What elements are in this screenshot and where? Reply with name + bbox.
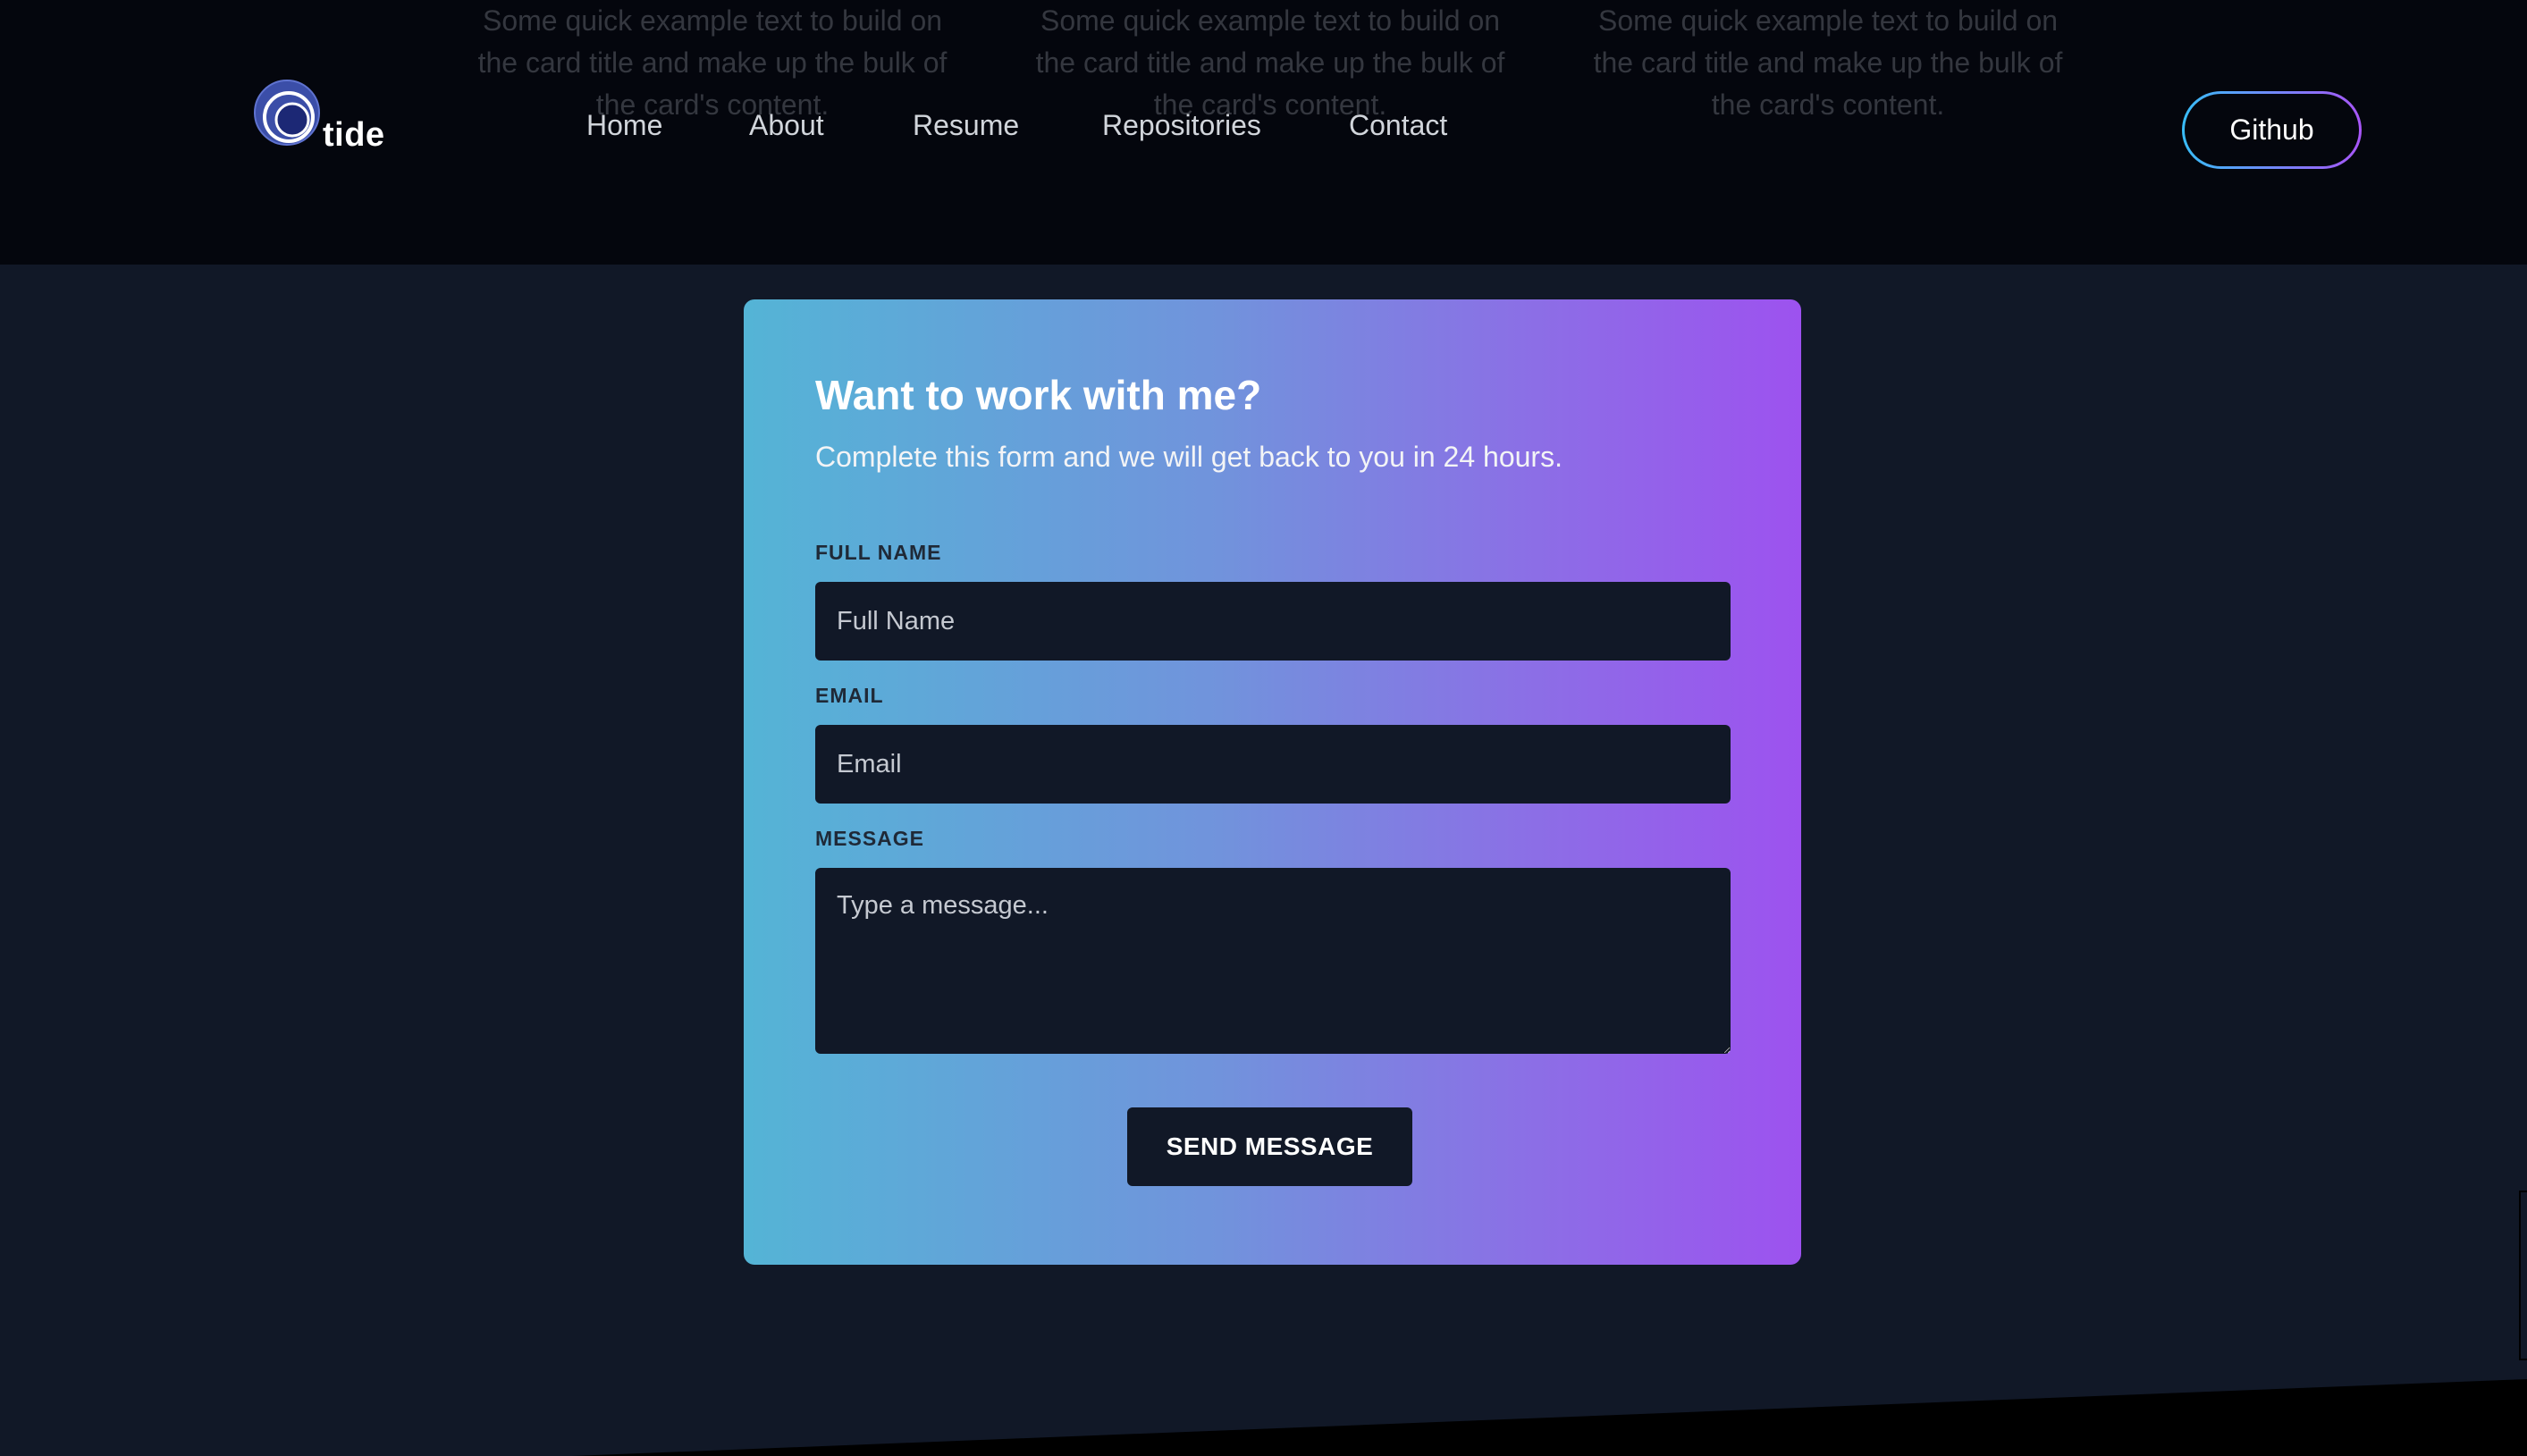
- nav-item-repositories[interactable]: Repositories: [1102, 109, 1261, 142]
- nav-item-about[interactable]: About: [749, 109, 824, 142]
- email-label: EMAIL: [815, 684, 884, 707]
- site-logo[interactable]: tide: [253, 79, 396, 159]
- tide-wave-logo-icon: [254, 80, 320, 146]
- site-header: Some quick example text to build on the …: [0, 0, 2527, 265]
- form-title: Want to work with me?: [815, 372, 1262, 418]
- faded-card-text: Some quick example text to build on the …: [1593, 4, 2063, 121]
- scrollbar-handle[interactable]: [2519, 1191, 2527, 1360]
- send-message-button[interactable]: SEND MESSAGE: [1127, 1107, 1412, 1186]
- nav-item-contact[interactable]: Contact: [1349, 109, 1447, 142]
- logo-text: tide: [323, 116, 385, 154]
- faded-card-text: Some quick example text to build on the …: [477, 4, 948, 121]
- nav-item-resume[interactable]: Resume: [913, 109, 1019, 142]
- page: Some quick example text to build on the …: [0, 0, 2527, 1456]
- faded-card-text: Some quick example text to build on the …: [1035, 4, 1505, 121]
- email-input[interactable]: [815, 725, 1731, 804]
- full-name-input[interactable]: [815, 582, 1731, 661]
- message-label: MESSAGE: [815, 827, 925, 850]
- github-button[interactable]: Github: [2182, 91, 2362, 169]
- form-subtitle: Complete this form and we will get back …: [815, 441, 1563, 473]
- contact-form-card: Want to work with me? Complete this form…: [744, 299, 1801, 1265]
- nav-item-home[interactable]: Home: [586, 109, 662, 142]
- message-textarea[interactable]: [815, 868, 1731, 1054]
- full-name-label: FULL NAME: [815, 541, 942, 564]
